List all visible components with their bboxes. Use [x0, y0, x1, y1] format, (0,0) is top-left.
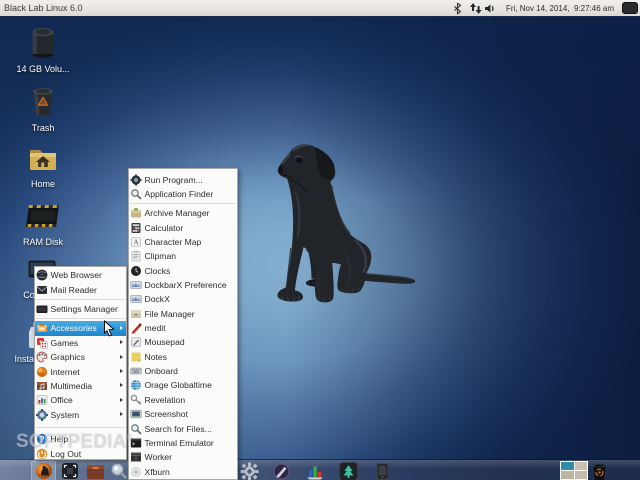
svg-text:abc: abc	[132, 297, 140, 302]
svg-text:abc: abc	[132, 283, 140, 288]
svg-text:A: A	[133, 239, 138, 247]
